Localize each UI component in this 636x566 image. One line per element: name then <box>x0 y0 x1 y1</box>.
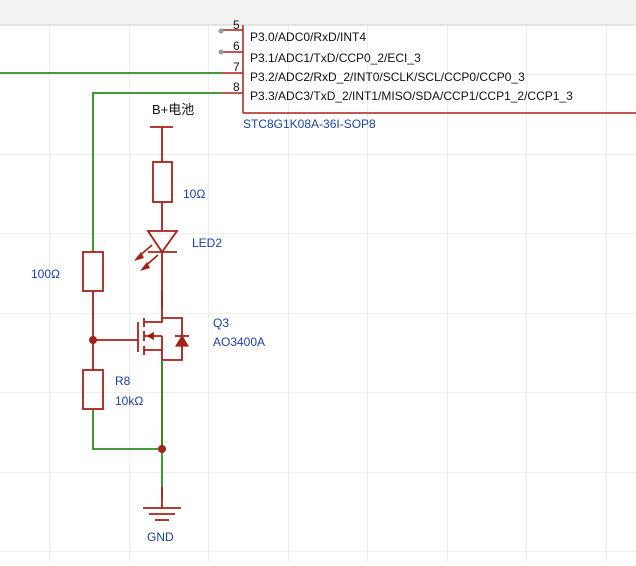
chip-pin-6-name: P3.1/ADC1/TxD/CCP0_2/ECI_3 <box>250 51 421 65</box>
resistor-r8-designator: R8 <box>115 374 131 388</box>
resistor-r8-value: 10kΩ <box>115 394 143 408</box>
chip-pin-6-dot <box>219 50 224 55</box>
ground-label: GND <box>147 530 174 544</box>
chip-pin-5-dot <box>219 29 224 34</box>
chip-pin-6-number: 6 <box>233 39 240 53</box>
chip-pin-8-name: P3.3/ADC3/TxD_2/INT1/MISO/SDA/CCP1/CCP1_… <box>250 89 573 103</box>
mosfet-designator: Q3 <box>213 316 229 330</box>
chip-part-number: STC8G1K08A-36I-SOP8 <box>243 117 376 131</box>
chip-pin-7-name: P3.2/ADC2/RxD_2/INT0/SCLK/SCL/CCP0/CCP0_… <box>250 70 525 84</box>
schematic: 5 6 7 8 P3.0/ADC0/RxD/INT4 P3.1/ADC1/TxD… <box>0 0 636 561</box>
schematic-canvas: 5 6 7 8 P3.0/ADC0/RxD/INT4 P3.1/ADC1/TxD… <box>0 0 636 561</box>
chip-pin-7-number: 7 <box>233 60 240 74</box>
led-designator: LED2 <box>192 236 222 250</box>
resistor-10-ohm-value: 10Ω <box>183 187 205 201</box>
ground-junction-dot <box>158 445 166 453</box>
chip-pin-5-name: P3.0/ADC0/RxD/INT4 <box>250 30 366 44</box>
chip-pin-8-number: 8 <box>233 80 240 94</box>
top-toolbar-strip <box>0 0 636 25</box>
resistor-100-ohm-value: 100Ω <box>31 267 60 281</box>
power-label: B+电池 <box>152 102 194 117</box>
mosfet-part: AO3400A <box>213 335 265 349</box>
chip-pin-5-number: 5 <box>233 18 240 32</box>
grid-background <box>0 0 636 561</box>
